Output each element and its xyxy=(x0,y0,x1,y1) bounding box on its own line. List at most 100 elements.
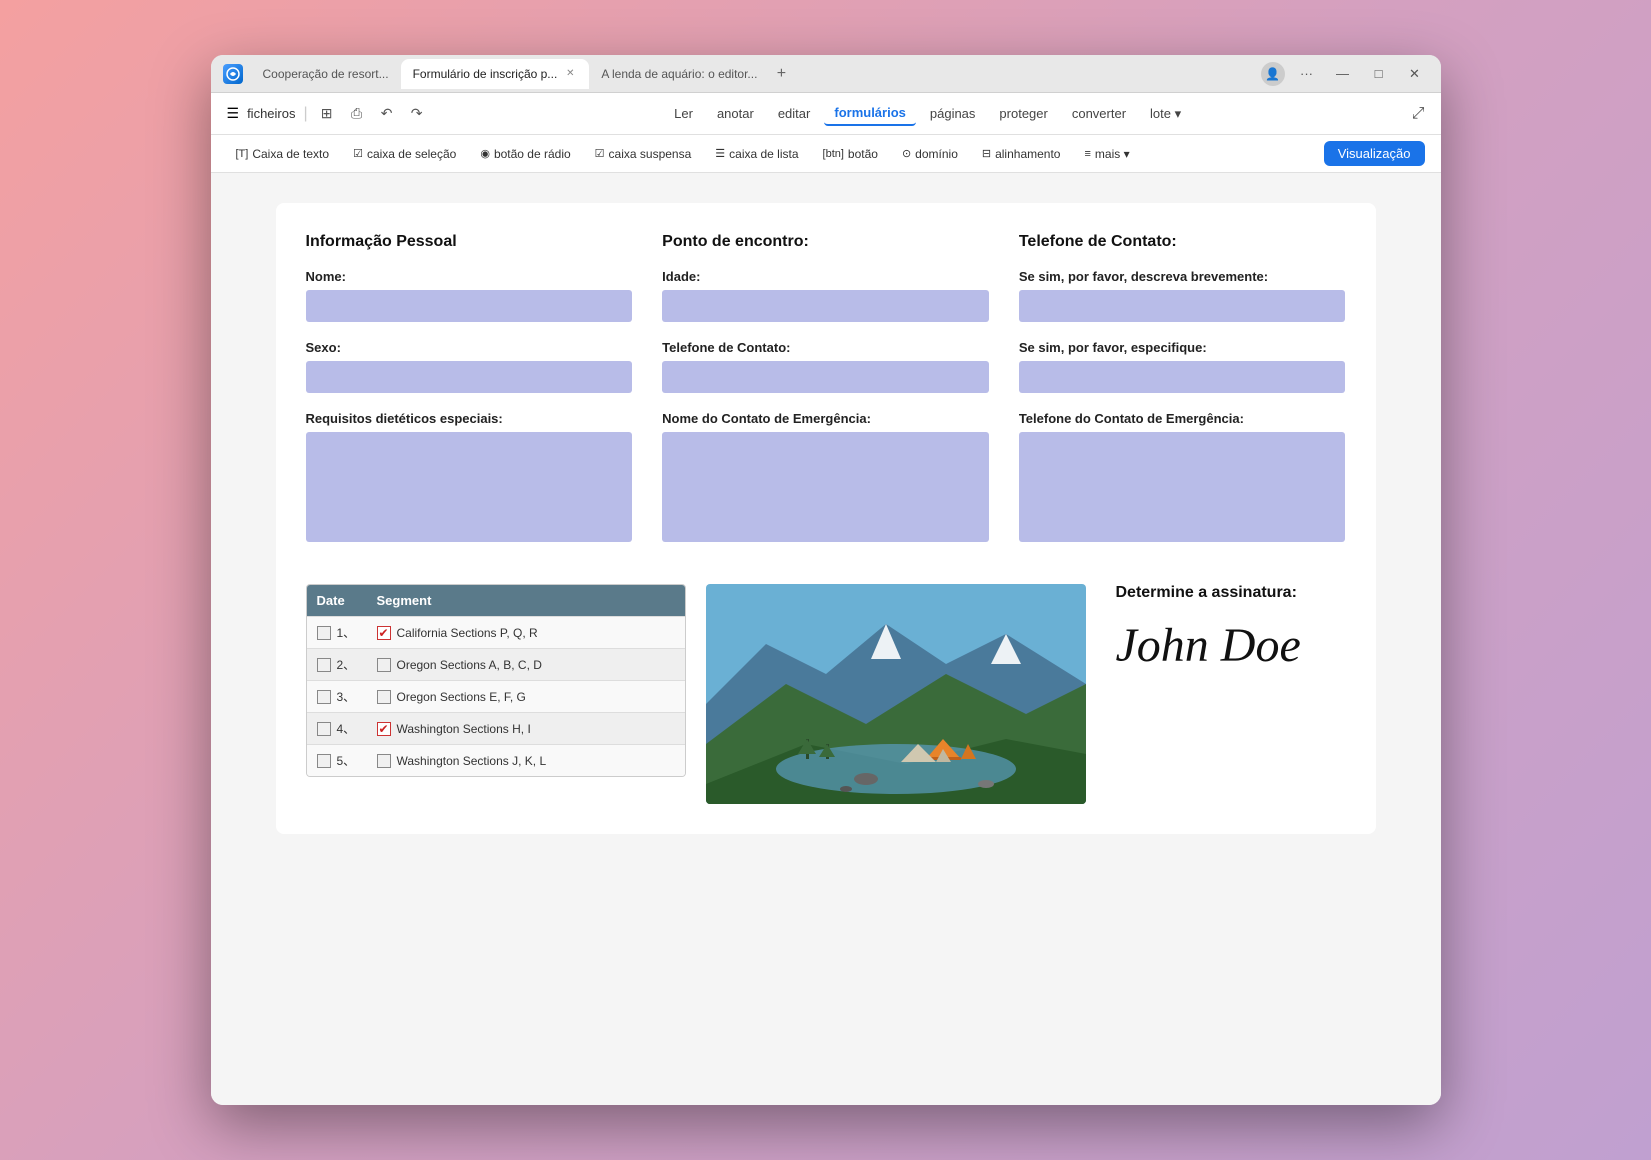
idade-label: Idade: xyxy=(662,269,989,284)
nav-converter[interactable]: converter xyxy=(1062,102,1136,125)
table-header: Date Segment xyxy=(307,585,685,616)
files-label[interactable]: ficheiros xyxy=(247,106,295,121)
menu-icon[interactable]: ☰ xyxy=(227,105,240,122)
td-date-2: 2、 xyxy=(307,649,367,680)
user-avatar[interactable]: 👤 xyxy=(1261,62,1285,86)
contact-title: Telefone de Contato: xyxy=(1019,233,1346,251)
telefone-input[interactable] xyxy=(662,361,989,393)
nav-paginas[interactable]: páginas xyxy=(920,102,986,125)
row2-segment-checkbox[interactable] xyxy=(377,658,391,672)
print-icon[interactable]: ⎙ xyxy=(346,103,368,125)
row5-segment-checkbox[interactable] xyxy=(377,754,391,768)
checkmark-icon-4: ✔ xyxy=(378,723,388,735)
segment-table: Date Segment 1、 ✔ California Sections xyxy=(306,584,686,777)
tool-combobox-label: caixa suspensa xyxy=(609,147,692,161)
segment-table-container: Date Segment 1、 ✔ California Sections xyxy=(306,584,686,804)
tool-domain[interactable]: ⊙ domínio xyxy=(893,142,967,166)
row3-segment-checkbox[interactable] xyxy=(377,690,391,704)
th-date: Date xyxy=(307,585,367,616)
idade-input[interactable] xyxy=(662,290,989,322)
tool-align-label: alinhamento xyxy=(995,147,1060,161)
row5-segment-text: Washington Sections J, K, L xyxy=(397,754,547,768)
nome-input[interactable] xyxy=(306,290,633,322)
preview-button[interactable]: Visualização xyxy=(1324,141,1425,166)
row4-num: 4、 xyxy=(337,720,356,737)
nav-formularios[interactable]: formulários xyxy=(824,101,916,126)
close-button[interactable]: ✕ xyxy=(1401,63,1429,85)
diet-field: Requisitos dietéticos especiais: xyxy=(306,411,633,542)
minimize-button[interactable]: — xyxy=(1329,63,1357,85)
tool-domain-label: domínio xyxy=(915,147,958,161)
td-segment-2: Oregon Sections A, B, C, D xyxy=(367,651,685,679)
copy-icon[interactable]: ⊞ xyxy=(316,103,338,125)
signature-title: Determine a assinatura: xyxy=(1116,584,1336,602)
tab-add-button[interactable]: + xyxy=(769,62,793,86)
undo-icon[interactable]: ↶ xyxy=(376,103,398,125)
nav-lote[interactable]: lote ▾ xyxy=(1140,102,1191,126)
row1-segment-checkbox[interactable]: ✔ xyxy=(377,626,391,640)
row4-date-checkbox[interactable] xyxy=(317,722,331,736)
describe-label: Se sim, por favor, descreva brevemente: xyxy=(1019,269,1346,284)
emergency-tel-textarea[interactable] xyxy=(1019,432,1346,542)
specify-input[interactable] xyxy=(1019,361,1346,393)
tab-1[interactable]: Cooperação de resort... xyxy=(251,59,401,89)
tabs-bar: Cooperação de resort... Formulário de in… xyxy=(251,59,1253,89)
describe-input[interactable] xyxy=(1019,290,1346,322)
content-area: Informação Pessoal Nome: Sexo: Requisito… xyxy=(211,173,1441,1105)
tool-button-label: botão xyxy=(848,147,878,161)
nav-ler[interactable]: Ler xyxy=(664,102,703,125)
external-link-icon[interactable]: ⤢ xyxy=(1412,105,1425,123)
td-date-1: 1、 xyxy=(307,617,367,648)
tool-button[interactable]: [btn] botão xyxy=(814,142,887,166)
tool-listbox[interactable]: ☰ caixa de lista xyxy=(706,142,807,166)
tool-radio[interactable]: ◉ botão de rádio xyxy=(471,142,579,166)
radio-icon: ◉ xyxy=(480,147,490,160)
listbox-icon: ☰ xyxy=(715,147,725,160)
diet-label: Requisitos dietéticos especiais: xyxy=(306,411,633,426)
tab-3-label: A lenda de aquário: o editor... xyxy=(601,67,757,81)
title-bar: Cooperação de resort... Formulário de in… xyxy=(211,55,1441,93)
row2-segment-text: Oregon Sections A, B, C, D xyxy=(397,658,542,672)
text-box-icon: [T] xyxy=(236,148,249,160)
diet-textarea[interactable] xyxy=(306,432,633,542)
more-menu-button[interactable]: ··· xyxy=(1293,63,1321,85)
row5-date-checkbox[interactable] xyxy=(317,754,331,768)
row2-num: 2、 xyxy=(337,656,356,673)
telefone-label: Telefone de Contato: xyxy=(662,340,989,355)
row4-segment-text: Washington Sections H, I xyxy=(397,722,531,736)
emergency-name-label: Nome do Contato de Emergência: xyxy=(662,411,989,426)
app-icon xyxy=(223,64,243,84)
meeting-section: Ponto de encontro: Idade: Telefone de Co… xyxy=(662,233,989,560)
tool-checkbox[interactable]: ☑ caixa de seleção xyxy=(344,142,465,166)
sexo-input[interactable] xyxy=(306,361,633,393)
tab-3[interactable]: A lenda de aquário: o editor... xyxy=(589,59,769,89)
tab-2-close[interactable]: ✕ xyxy=(563,67,577,81)
tool-combobox[interactable]: ☑ caixa suspensa xyxy=(586,142,701,166)
row3-segment-text: Oregon Sections E, F, G xyxy=(397,690,526,704)
row1-date-checkbox[interactable] xyxy=(317,626,331,640)
nav-proteger[interactable]: proteger xyxy=(989,102,1057,125)
table-row: 2、 Oregon Sections A, B, C, D xyxy=(307,648,685,680)
nav-anotar[interactable]: anotar xyxy=(707,102,764,125)
row4-segment-checkbox[interactable]: ✔ xyxy=(377,722,391,736)
row3-date-checkbox[interactable] xyxy=(317,690,331,704)
tool-align[interactable]: ⊟ alinhamento xyxy=(973,142,1070,166)
tool-checkbox-label: caixa de seleção xyxy=(367,147,456,161)
toolbar-left: ☰ ficheiros | ⊞ ⎙ ↶ ↷ xyxy=(227,103,428,125)
row1-num: 1、 xyxy=(337,624,356,641)
td-segment-5: Washington Sections J, K, L xyxy=(367,747,685,775)
emergency-name-field: Nome do Contato de Emergência: xyxy=(662,411,989,542)
tool-more[interactable]: ≡ mais ▾ xyxy=(1075,142,1138,166)
nav-editar[interactable]: editar xyxy=(768,102,821,125)
maximize-button[interactable]: □ xyxy=(1365,63,1393,85)
tool-text-box[interactable]: [T] Caixa de texto xyxy=(227,142,339,166)
tab-2[interactable]: Formulário de inscrição p... ✕ xyxy=(401,59,590,89)
tab-2-label: Formulário de inscrição p... xyxy=(413,67,558,81)
row2-date-checkbox[interactable] xyxy=(317,658,331,672)
specify-label: Se sim, por favor, especifique: xyxy=(1019,340,1346,355)
emergency-name-textarea[interactable] xyxy=(662,432,989,542)
redo-icon[interactable]: ↷ xyxy=(406,103,428,125)
signature-area: Determine a assinatura: John Doe xyxy=(1106,584,1346,804)
button-tool-icon: [btn] xyxy=(823,148,844,160)
th-segment: Segment xyxy=(367,585,685,616)
